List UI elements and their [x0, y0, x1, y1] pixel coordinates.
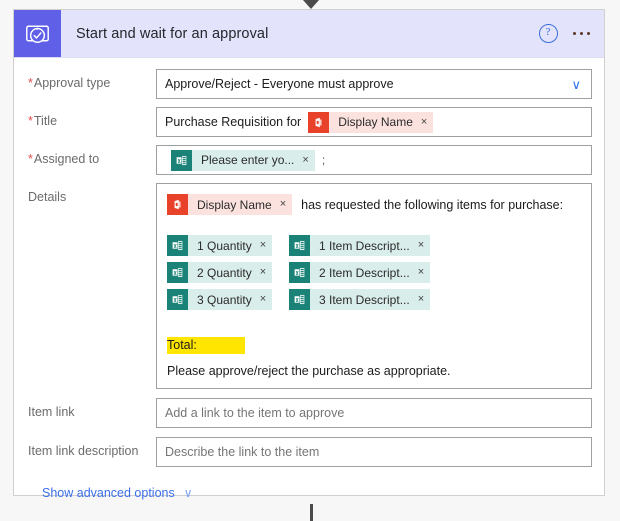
details-closing-text: Please approve/reject the purchase as ap… — [167, 364, 451, 378]
office365-outlook-icon — [167, 194, 188, 215]
token-label: 1 Quantity — [197, 238, 252, 253]
approval-clock-check-icon — [14, 10, 61, 57]
close-icon[interactable]: × — [260, 240, 266, 251]
title-input[interactable]: Purchase Requisition for Display Name × — [156, 107, 592, 137]
token-assigned-person[interactable]: Please enter yo... × — [171, 149, 315, 171]
sharepoint-icon — [289, 289, 310, 310]
assigned-to-input[interactable]: Please enter yo... × ; — [156, 145, 592, 175]
token-display-name[interactable]: Display Name × — [167, 194, 293, 215]
title-static-text: Purchase Requisition for — [165, 115, 302, 129]
details-intro-text: has requested the following items for pu… — [301, 197, 564, 212]
token-row: 1 Quantity × 1 Item Descript... × — [167, 235, 581, 256]
close-icon[interactable]: × — [418, 267, 424, 278]
close-icon[interactable]: × — [418, 240, 424, 251]
outgoing-connector-line — [310, 504, 313, 521]
required-asterisk: * — [28, 152, 33, 166]
approval-type-label: *Approval type — [28, 76, 111, 90]
close-icon[interactable]: × — [280, 199, 286, 210]
row-assigned-to: *Assigned to Please enter yo... × ; — [14, 145, 604, 175]
action-title: Start and wait for an approval — [76, 25, 269, 42]
more-commands-icon[interactable] — [571, 28, 593, 40]
approval-type-select[interactable]: Approve/Reject - Everyone must approve ∨ — [156, 69, 592, 99]
header-actions: ? — [538, 10, 593, 57]
action-card-body: *Approval type Approve/Reject - Everyone… — [14, 69, 604, 500]
show-advanced-options-button[interactable]: Show advanced options ∨ — [42, 486, 193, 500]
token-label: Display Name — [338, 115, 413, 129]
token-item-description[interactable]: 2 Item Descript... × — [289, 262, 431, 283]
details-label: Details — [28, 190, 67, 204]
chevron-down-icon: ∨ — [571, 76, 581, 92]
token-item-description[interactable]: 1 Item Descript... × — [289, 235, 431, 256]
total-label: Total: — [167, 337, 245, 354]
details-token-grid: 1 Quantity × 1 Item Descript... × 2 Quan… — [167, 235, 581, 310]
token-label: 2 Item Descript... — [319, 265, 410, 280]
item-link-description-input[interactable]: Describe the link to the item — [156, 437, 592, 467]
required-asterisk: * — [28, 76, 33, 90]
close-icon[interactable]: × — [260, 267, 266, 278]
close-icon[interactable]: × — [421, 116, 427, 128]
approval-type-value: Approve/Reject - Everyone must approve — [165, 77, 394, 91]
row-item-link: Item link Add a link to the item to appr… — [14, 398, 604, 428]
help-icon[interactable]: ? — [538, 24, 558, 43]
item-link-label: Item link — [28, 405, 75, 419]
row-details: Details Display Name × has requested the… — [14, 183, 604, 389]
office365-outlook-icon — [308, 111, 330, 133]
token-label: Display Name — [197, 197, 272, 212]
token-row: 2 Quantity × 2 Item Descript... × — [167, 262, 581, 283]
required-asterisk: * — [28, 114, 33, 128]
token-display-name[interactable]: Display Name × — [308, 111, 434, 133]
incoming-connector-arrow-icon — [303, 0, 319, 9]
sharepoint-icon — [167, 235, 188, 256]
token-quantity[interactable]: 3 Quantity × — [167, 289, 273, 310]
title-label: *Title — [28, 114, 58, 128]
chevron-down-icon: ∨ — [183, 486, 193, 500]
close-icon[interactable]: × — [302, 154, 308, 166]
details-intro-line: Display Name × has requested the followi… — [167, 194, 581, 215]
sharepoint-icon — [171, 149, 192, 171]
item-link-description-label: Item link description — [28, 444, 139, 458]
token-label: 3 Item Descript... — [319, 292, 410, 307]
row-title: *Title Purchase Requisition for Display … — [14, 107, 604, 137]
token-label: 1 Item Descript... — [319, 238, 410, 253]
details-input[interactable]: Display Name × has requested the followi… — [156, 183, 592, 389]
sharepoint-icon — [289, 262, 310, 283]
sharepoint-icon — [167, 262, 188, 283]
assigned-to-label: *Assigned to — [28, 152, 100, 166]
token-quantity[interactable]: 1 Quantity × — [167, 235, 273, 256]
item-link-input[interactable]: Add a link to the item to approve — [156, 398, 592, 428]
row-item-link-description: Item link description Describe the link … — [14, 437, 604, 467]
close-icon[interactable]: × — [260, 294, 266, 305]
row-advanced-options: Show advanced options ∨ — [14, 486, 604, 500]
token-row: 3 Quantity × 3 Item Descript... × — [167, 289, 581, 310]
sharepoint-icon — [167, 289, 188, 310]
token-label: Please enter yo... — [201, 153, 295, 167]
token-label: 3 Quantity — [197, 292, 252, 307]
token-label: 2 Quantity — [197, 265, 252, 280]
details-total-line: Total: — [167, 337, 581, 354]
token-item-description[interactable]: 3 Item Descript... × — [289, 289, 431, 310]
action-card-header[interactable]: Start and wait for an approval ? — [14, 10, 604, 58]
action-card: Start and wait for an approval ? *Approv… — [13, 9, 605, 500]
close-icon[interactable]: × — [418, 294, 424, 305]
show-advanced-options-label: Show advanced options — [42, 486, 175, 500]
assigned-to-separator: ; — [321, 153, 326, 167]
sharepoint-icon — [289, 235, 310, 256]
token-quantity[interactable]: 2 Quantity × — [167, 262, 273, 283]
row-approval-type: *Approval type Approve/Reject - Everyone… — [14, 69, 604, 99]
flow-action-canvas: Start and wait for an approval ? *Approv… — [0, 0, 620, 521]
